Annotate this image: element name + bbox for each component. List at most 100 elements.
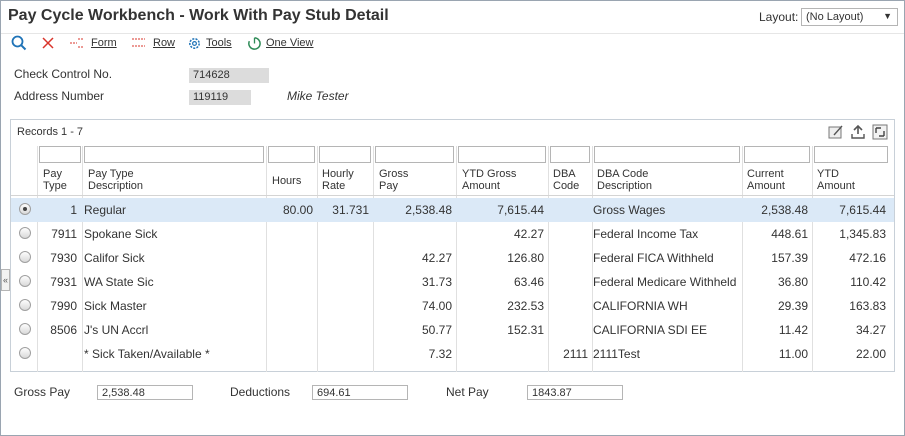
- check-control-label: Check Control No.: [14, 67, 113, 81]
- oneview-button[interactable]: One View: [247, 35, 314, 51]
- side-panel-toggle[interactable]: «: [1, 269, 10, 291]
- table-row[interactable]: 7911 Spokane Sick 42.27 Federal Income T…: [11, 222, 894, 246]
- table-row[interactable]: 7930 Califor Sick 42.27 126.80 Federal F…: [11, 246, 894, 270]
- row-select-radio[interactable]: [19, 227, 31, 239]
- tools-menu[interactable]: Tools: [187, 35, 232, 51]
- filter-gross-pay[interactable]: [375, 146, 454, 163]
- cell-current-amount: 11.42: [778, 323, 808, 337]
- cell-pay-type: 1: [70, 203, 77, 217]
- cell-ytd-amount: 110.42: [850, 275, 886, 289]
- filter-pay-type-description[interactable]: [84, 146, 264, 163]
- filter-pay-type[interactable]: [39, 146, 81, 163]
- column-header-text: Pay: [379, 180, 398, 192]
- column-header-hourly-rate[interactable]: Hourly Rate: [322, 168, 354, 192]
- cell-pay-type: 7990: [50, 299, 77, 313]
- grid-format-button[interactable]: [828, 124, 844, 140]
- column-header-text: Description: [597, 180, 653, 192]
- filter-ytd-gross[interactable]: [458, 146, 546, 163]
- chevron-left-icon: «: [2, 275, 8, 285]
- row-select-radio[interactable]: [19, 275, 31, 287]
- form-menu[interactable]: Form: [69, 35, 117, 51]
- cell-gross-pay: 50.77: [421, 323, 452, 337]
- cell-ytd-amount: 7,615.44: [839, 203, 886, 217]
- address-number-label: Address Number: [14, 89, 105, 103]
- maximize-grid-button[interactable]: [872, 124, 888, 140]
- export-button[interactable]: [850, 124, 866, 140]
- cell-description: WA State Sic: [84, 275, 154, 289]
- filter-ytd-amount[interactable]: [814, 146, 888, 163]
- column-header-current-amount[interactable]: Current Amount: [747, 168, 785, 192]
- column-header-text: DBA Code: [597, 168, 649, 180]
- filter-dba-code[interactable]: [550, 146, 590, 163]
- row-menu[interactable]: Row: [131, 35, 175, 51]
- column-header-ytd-amount[interactable]: YTD Amount: [817, 168, 855, 192]
- row-select-radio[interactable]: [19, 323, 31, 335]
- layout-select-value: (No Layout): [806, 11, 864, 23]
- filter-dba-description[interactable]: [594, 146, 740, 163]
- oneview-icon: [248, 36, 261, 50]
- cell-dba-description: Federal Income Tax: [593, 227, 699, 241]
- column-header-pay-type-description[interactable]: Pay Type Description: [88, 168, 143, 192]
- cell-gross-pay: 7.32: [428, 347, 452, 361]
- row-icon: [132, 38, 145, 47]
- cell-ytd-amount: 1,345.83: [839, 227, 886, 241]
- row-menu-label: Row: [153, 37, 176, 49]
- cell-current-amount: 11.00: [778, 347, 808, 361]
- toolbar: Form Row Tools One View: [1, 31, 904, 55]
- column-header-text: Description: [88, 180, 144, 192]
- cell-ytd-gross: 232.53: [507, 299, 544, 313]
- cell-pay-type: 7911: [51, 227, 77, 241]
- find-button[interactable]: [11, 35, 27, 51]
- column-header-text: Pay Type: [88, 168, 134, 180]
- column-header-dba-description[interactable]: DBA Code Description: [597, 168, 652, 192]
- column-header-ytd-gross[interactable]: YTD Gross Amount: [462, 168, 516, 192]
- column-header-pay-type[interactable]: Pay Type: [43, 168, 67, 192]
- edit-grid-icon: [828, 125, 843, 139]
- column-header-text: Amount: [817, 180, 855, 192]
- column-header-text: Amount: [747, 180, 785, 192]
- cell-pay-type: 8506: [50, 323, 77, 337]
- header-divider: [11, 195, 894, 196]
- filter-hours[interactable]: [268, 146, 315, 163]
- toolbar-divider: [1, 33, 904, 34]
- filter-hourly-rate[interactable]: [319, 146, 371, 163]
- table-row[interactable]: 7990 Sick Master 74.00 232.53 CALIFORNIA…: [11, 294, 894, 318]
- table-row[interactable]: 8506 J's UN Accrl 50.77 152.31 CALIFORNI…: [11, 318, 894, 342]
- cell-description: Regular: [84, 203, 127, 217]
- search-icon: [11, 35, 27, 51]
- cell-gross-pay: 74.00: [421, 299, 452, 313]
- table-row[interactable]: 1 Regular 80.00 31.731 2,538.48 7,615.44…: [11, 198, 894, 222]
- deductions-label: Deductions: [230, 385, 291, 399]
- column-header-gross-pay[interactable]: Gross Pay: [379, 168, 408, 192]
- cell-description: Califor Sick: [84, 251, 145, 265]
- column-header-hours[interactable]: Hours: [272, 175, 301, 187]
- net-pay-field: 1843.87: [527, 385, 623, 400]
- cell-ytd-gross: 126.80: [507, 251, 544, 265]
- layout-select[interactable]: (No Layout) ▼: [801, 8, 898, 26]
- cell-description: Sick Master: [84, 299, 147, 313]
- cell-hours: 80.00: [282, 203, 313, 217]
- column-header-text: Type: [43, 180, 67, 192]
- row-select-radio[interactable]: [19, 203, 31, 215]
- table-row[interactable]: * Sick Taken/Available * 7.32 2111 2111T…: [11, 342, 894, 366]
- table-row[interactable]: 7931 WA State Sic 31.73 63.46 Federal Me…: [11, 270, 894, 294]
- filter-current-amount[interactable]: [744, 146, 810, 163]
- column-header-text: Hours: [272, 175, 302, 187]
- row-select-radio[interactable]: [19, 299, 31, 311]
- cell-dba-code: 2111: [563, 347, 588, 361]
- cell-description: J's UN Accrl: [84, 323, 149, 337]
- grid-panel: Records 1 - 7 Pay Type Pay Type Descript…: [10, 119, 895, 372]
- close-button[interactable]: [41, 35, 55, 51]
- row-select-radio[interactable]: [19, 251, 31, 263]
- column-header-text: Code: [553, 180, 580, 192]
- cell-description: * Sick Taken/Available *: [84, 347, 210, 361]
- deductions-field: 694.61: [312, 385, 408, 400]
- cell-current-amount: 36.80: [777, 275, 808, 289]
- row-select-radio[interactable]: [19, 347, 31, 359]
- app-window: Pay Cycle Workbench - Work With Pay Stub…: [0, 0, 905, 436]
- upload-icon: [851, 124, 865, 139]
- cell-gross-pay: 42.27: [421, 251, 452, 265]
- column-header-dba-code[interactable]: DBA Code: [553, 168, 579, 192]
- net-pay-label: Net Pay: [446, 385, 489, 399]
- cell-ytd-gross: 42.27: [513, 227, 544, 241]
